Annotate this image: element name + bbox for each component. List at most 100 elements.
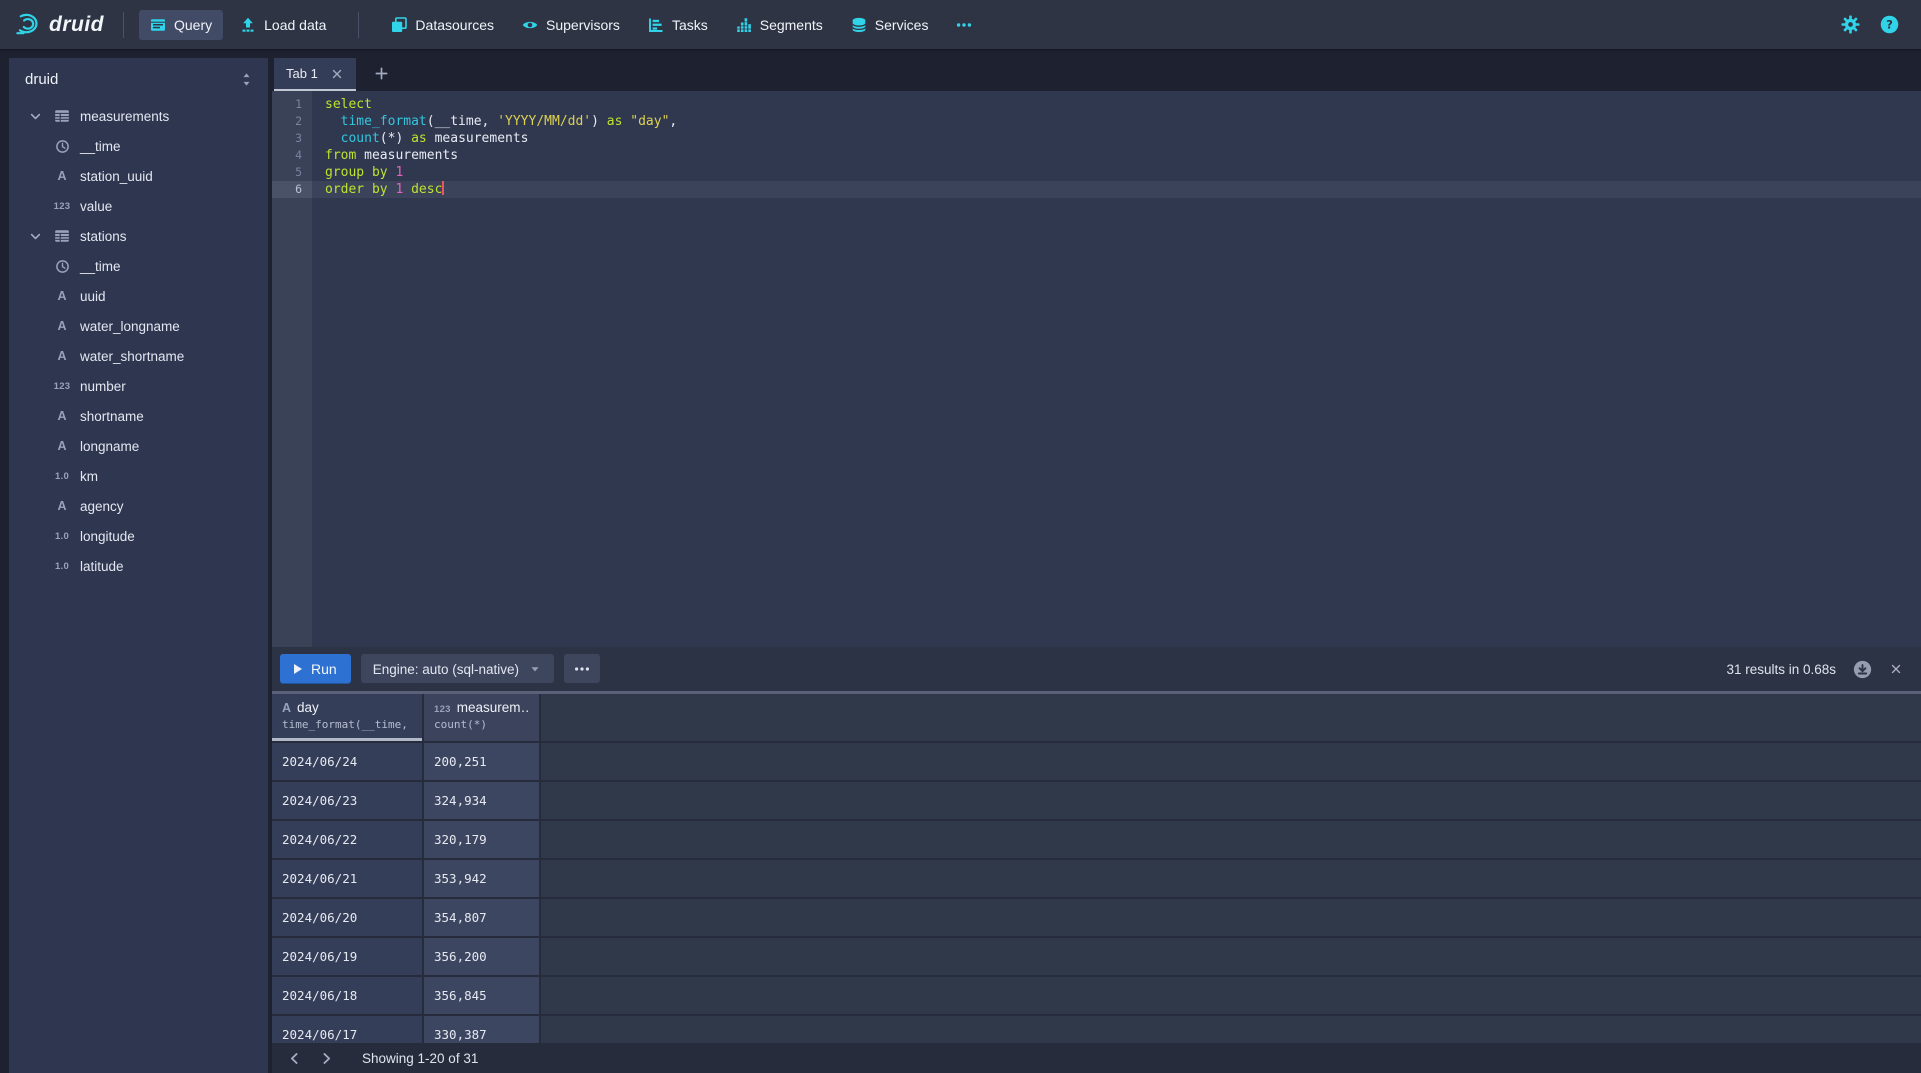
nav-item-services[interactable]: Services: [840, 10, 940, 40]
editor-code[interactable]: select time_format(__time, 'YYYY/MM/dd')…: [312, 91, 1921, 647]
code-line-5[interactable]: group by 1: [312, 164, 1921, 181]
engine-select[interactable]: Engine: auto (sql-native): [361, 654, 554, 684]
string-icon: A: [282, 700, 291, 715]
cell-day[interactable]: 2024/06/18: [272, 977, 424, 1014]
tree-item-longitude[interactable]: 1.0longitude: [9, 521, 268, 551]
double-caret-icon[interactable]: [239, 72, 254, 87]
code-line-2[interactable]: time_format(__time, 'YYYY/MM/dd') as "da…: [312, 113, 1921, 130]
cell-day[interactable]: 2024/06/20: [272, 899, 424, 936]
number-icon: 123: [53, 381, 71, 392]
tree-item-longname[interactable]: Alongname: [9, 431, 268, 461]
results-info: 31 results in 0.68s: [1726, 662, 1836, 677]
nav-item-datasources[interactable]: Datasources: [380, 10, 505, 40]
run-button[interactable]: Run: [280, 654, 351, 684]
query-more-button[interactable]: [564, 654, 600, 684]
tree-item-water_shortname[interactable]: Awater_shortname: [9, 341, 268, 371]
nav-item-load-data[interactable]: Load data: [229, 10, 337, 40]
prev-page-icon[interactable]: [284, 1051, 304, 1066]
cell-measurements[interactable]: 354,807: [424, 899, 541, 936]
tree-item-label: longitude: [80, 529, 135, 544]
column-header-2[interactable]: 123measurem…count(*): [424, 694, 541, 741]
line-number: 5: [272, 164, 312, 181]
table-row: 2024/06/19356,200: [272, 938, 1921, 977]
close-results-icon[interactable]: [1889, 662, 1903, 676]
string-icon: A: [53, 409, 71, 423]
cell-day[interactable]: 2024/06/22: [272, 821, 424, 858]
tree-item-station_uuid[interactable]: Astation_uuid: [9, 161, 268, 191]
tab-tab1[interactable]: Tab 1: [274, 58, 356, 91]
app-logo[interactable]: druid: [14, 11, 108, 38]
float-icon: 1.0: [53, 471, 71, 482]
cell-measurements[interactable]: 353,942: [424, 860, 541, 897]
tree-item-label: __time: [80, 139, 121, 154]
column-header-1[interactable]: Adaytime_format(__time, …: [272, 694, 424, 741]
cell-day[interactable]: 2024/06/19: [272, 938, 424, 975]
string-icon: A: [53, 319, 71, 333]
cell-day[interactable]: 2024/06/21: [272, 860, 424, 897]
schema-name: druid: [25, 71, 58, 88]
code-line-3[interactable]: count(*) as measurements: [312, 130, 1921, 147]
tree-item-latitude[interactable]: 1.0latitude: [9, 551, 268, 581]
tree-item-agency[interactable]: Aagency: [9, 491, 268, 521]
tree-item-km[interactable]: 1.0 km: [9, 461, 268, 491]
help-icon[interactable]: ?: [1880, 15, 1899, 34]
run-right: 31 results in 0.68s: [1726, 660, 1913, 679]
run-label: Run: [311, 661, 337, 677]
tree-item-water_longname[interactable]: Awater_longname: [9, 311, 268, 341]
cell-measurements[interactable]: 356,845: [424, 977, 541, 1014]
column-name: day: [297, 700, 319, 715]
nav-item-supervisors[interactable]: Supervisors: [511, 10, 631, 40]
druid-console: { "colors":{"accent_cyan":"#30d3e8","run…: [0, 0, 1921, 1073]
string-icon: A: [53, 289, 71, 303]
cell-measurements[interactable]: 200,251: [424, 743, 541, 780]
number-icon: 123: [53, 201, 71, 212]
tree-item-__time[interactable]: __time: [9, 131, 268, 161]
engine-label: Engine: auto (sql-native): [373, 662, 519, 677]
string-icon: A: [53, 499, 71, 513]
cell-measurements[interactable]: 356,200: [424, 938, 541, 975]
tree-item-__time[interactable]: __time: [9, 251, 268, 281]
code-line-4[interactable]: from measurements: [312, 147, 1921, 164]
nav-item-tasks[interactable]: Tasks: [637, 10, 719, 40]
nav-item-label: Services: [875, 17, 929, 33]
nav-item-label: Query: [174, 17, 212, 33]
next-page-icon[interactable]: [316, 1051, 336, 1066]
code-line-6[interactable]: order by 1 desc: [312, 181, 1921, 198]
table-icon: [53, 108, 71, 124]
nav-item-segments[interactable]: Segments: [725, 10, 834, 40]
nav-item-label: Tasks: [672, 17, 708, 33]
tree-item-shortname[interactable]: Ashortname: [9, 401, 268, 431]
tree-item-value[interactable]: 123value: [9, 191, 268, 221]
cell-day[interactable]: 2024/06/23: [272, 782, 424, 819]
cell-day[interactable]: 2024/06/24: [272, 743, 424, 780]
tree-item-label: longname: [80, 439, 139, 454]
code-line-1[interactable]: select: [312, 96, 1921, 113]
text-cursor: [442, 181, 444, 195]
tab-label: Tab 1: [286, 66, 318, 81]
tree-item-label: latitude: [80, 559, 124, 574]
tree-item-number[interactable]: 123number: [9, 371, 268, 401]
tree-item-measurements[interactable]: measurements: [9, 101, 268, 131]
query-view: Tab 1 123456 select time_format(__time, …: [272, 58, 1921, 1073]
settings-gear-icon[interactable]: [1841, 15, 1860, 34]
tree-item-label: km: [80, 469, 98, 484]
schema-header[interactable]: druid: [9, 58, 268, 101]
nav-item-query[interactable]: Query: [139, 10, 223, 40]
tree-item-uuid[interactable]: Auuid: [9, 281, 268, 311]
results-panel: Adaytime_format(__time, …123measurem…cou…: [272, 694, 1921, 1073]
cell-measurements[interactable]: 320,179: [424, 821, 541, 858]
tab-close-icon[interactable]: [330, 67, 344, 81]
druid-logo-icon: [14, 11, 41, 38]
sql-editor[interactable]: 123456 select time_format(__time, 'YYYY/…: [272, 91, 1921, 647]
clock-icon: [53, 259, 71, 274]
new-tab-icon[interactable]: [374, 66, 389, 81]
table-row: 2024/06/23324,934: [272, 782, 1921, 821]
tree-item-label: __time: [80, 259, 121, 274]
schema-tree: measurements __time Astation_uuid123values…: [9, 101, 268, 581]
cell-measurements[interactable]: 324,934: [424, 782, 541, 819]
download-icon[interactable]: [1853, 660, 1872, 679]
nav-item-more[interactable]: [945, 10, 983, 40]
line-number: 4: [272, 147, 312, 164]
tree-item-stations[interactable]: stations: [9, 221, 268, 251]
more-dots-icon: [574, 661, 590, 677]
